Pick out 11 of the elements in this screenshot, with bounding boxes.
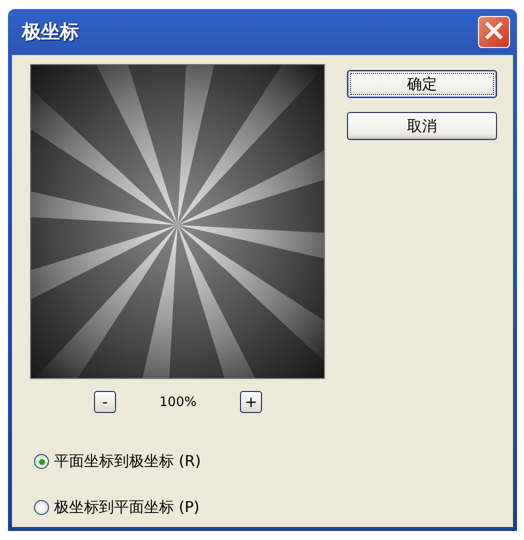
zoom-in-button[interactable]: + xyxy=(240,391,262,413)
ok-button[interactable]: 确定 xyxy=(347,70,497,98)
cancel-button[interactable]: 取消 xyxy=(347,112,497,140)
radio-button[interactable] xyxy=(34,500,49,515)
close-button[interactable]: × xyxy=(478,16,510,48)
radio-label: 平面坐标到极坐标 (R) xyxy=(54,452,201,471)
zoom-out-button[interactable]: - xyxy=(94,391,116,413)
window-title: 极坐标 xyxy=(22,20,79,45)
zoom-level: 100% xyxy=(158,394,198,410)
radio-button[interactable] xyxy=(34,454,49,469)
radio-label: 极坐标到平面坐标 (P) xyxy=(54,498,200,517)
